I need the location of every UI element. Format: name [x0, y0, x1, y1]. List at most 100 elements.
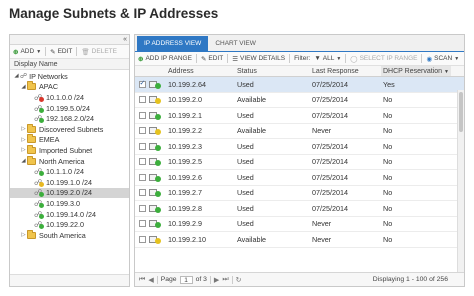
- scroll-thumb[interactable]: [459, 92, 463, 132]
- toolbar-divider: [76, 47, 78, 56]
- tree-item-imported-subnet[interactable]: ▷ Imported Subnet: [10, 144, 129, 156]
- tree-item-subnet[interactable]: ☍ 10.199.3.0: [10, 198, 129, 209]
- chevron-down-icon: ▼: [454, 55, 460, 62]
- tree-item-subnet-selected[interactable]: ☍ 10.199.2.0 /24: [10, 187, 129, 199]
- tree-item-emea[interactable]: ▷ EMEA: [10, 134, 129, 146]
- table-row[interactable]: 10.199.2.8 Used 07/25/2014 No: [135, 201, 464, 217]
- collapse-panel-icon[interactable]: «: [123, 35, 127, 45]
- cell-dhcp: Yes: [383, 79, 395, 89]
- column-header-last-response[interactable]: Last Response: [311, 66, 381, 76]
- tree-item-ip-networks[interactable]: ◢ ☍ IP Networks: [10, 71, 129, 82]
- expand-toggle-icon[interactable]: ▷: [20, 137, 27, 143]
- status-warning-icon: [39, 181, 44, 187]
- next-page-icon[interactable]: ▶: [214, 276, 219, 284]
- row-checkbox[interactable]: [138, 235, 146, 243]
- table-row[interactable]: 10.199.2.10 Available Never No: [135, 232, 464, 248]
- table-row[interactable]: 10.199.2.0 Available 07/25/2014 No: [135, 93, 464, 108]
- delete-button[interactable]: 🗑 DELETE: [81, 48, 117, 56]
- tree-item-subnet[interactable]: ☍ 10.199.1.0 /24: [10, 177, 129, 188]
- cell-dhcp: No: [383, 126, 393, 136]
- row-checkbox[interactable]: [138, 96, 146, 104]
- grid-scrollbar[interactable]: [457, 90, 464, 274]
- cell-status: Used: [237, 172, 254, 182]
- refresh-icon[interactable]: ↻: [236, 276, 242, 284]
- subnet-icon: ☍: [34, 198, 44, 208]
- row-checkbox[interactable]: [138, 189, 146, 197]
- view-details-button[interactable]: ☰ VIEW DETAILS: [232, 55, 285, 63]
- row-checkbox[interactable]: [138, 127, 146, 135]
- row-checkbox[interactable]: [138, 173, 146, 181]
- expand-toggle-icon[interactable]: ▷: [20, 232, 27, 238]
- expand-toggle-icon[interactable]: ▷: [20, 147, 27, 153]
- folder-icon: [27, 229, 36, 239]
- column-header-address[interactable]: Address: [167, 66, 236, 76]
- status-up-icon: [39, 213, 44, 219]
- last-page-icon[interactable]: ⏭: [222, 276, 228, 284]
- tree-item-label: 10.199.22.0: [46, 220, 84, 230]
- edit-button[interactable]: ✎ EDIT: [50, 48, 72, 56]
- row-checkbox[interactable]: [138, 111, 146, 119]
- tree-item-subnet[interactable]: ☍ 10.199.14.0 /24: [10, 209, 129, 220]
- prev-page-icon[interactable]: ◀: [148, 276, 153, 284]
- toolbar-divider: [227, 54, 229, 63]
- row-checkbox[interactable]: [138, 220, 146, 228]
- cell-status: Available: [237, 95, 267, 105]
- column-header-status[interactable]: Status: [236, 66, 311, 76]
- table-row[interactable]: 10.199.2.1 Used 07/25/2014 No: [135, 108, 464, 124]
- cell-address: 10.199.2.0: [168, 95, 202, 105]
- row-icon-cell: [149, 157, 167, 167]
- row-icon-cell: [149, 126, 167, 136]
- cell-last-response: 07/25/2014: [312, 110, 348, 120]
- tree-item-apac[interactable]: ◢ APAC: [10, 81, 129, 93]
- cell-status: Used: [237, 141, 254, 151]
- row-checkbox[interactable]: [138, 204, 146, 212]
- tree-item-north-america[interactable]: ◢ North America: [10, 155, 129, 167]
- row-icon-cell: [149, 111, 167, 120]
- expand-toggle-icon[interactable]: ▷: [20, 126, 27, 132]
- status-up-icon: [39, 118, 44, 124]
- first-page-icon[interactable]: ⏮: [139, 276, 145, 284]
- row-checkbox[interactable]: [138, 142, 146, 150]
- add-ip-range-button[interactable]: ⊕ ADD IP RANGE: [138, 55, 192, 63]
- ip-status-icon: [149, 235, 163, 244]
- edit-ip-button[interactable]: ✎ EDIT: [201, 55, 223, 63]
- table-row[interactable]: 10.199.2.5 Used 07/25/2014 No: [135, 155, 464, 170]
- cell-status: Used: [237, 110, 254, 120]
- tree-item-discovered-subnets[interactable]: ▷ Discovered Subnets: [10, 123, 129, 135]
- add-icon: ⊕: [13, 48, 19, 56]
- subnet-icon: ☍: [34, 209, 44, 219]
- scan-button[interactable]: ◉ SCAN ▼: [426, 55, 459, 63]
- row-checkbox[interactable]: [138, 79, 146, 88]
- tree-item-subnet[interactable]: ☍ 10.1.1.0 /24: [10, 166, 129, 177]
- tree-item-south-america[interactable]: ▷ South America: [10, 229, 129, 241]
- table-row[interactable]: 10.199.2.64 Used 07/25/2014 Yes: [135, 77, 464, 93]
- table-row[interactable]: 10.199.2.3 Used 07/25/2014 No: [135, 139, 464, 155]
- select-ip-range-button[interactable]: ◯ SELECT IP RANGE: [350, 55, 417, 63]
- expand-toggle-icon[interactable]: ◢: [13, 73, 20, 79]
- table-row[interactable]: 10.199.2.6 Used 07/25/2014 No: [135, 170, 464, 186]
- expand-toggle-icon[interactable]: ◢: [20, 84, 27, 90]
- pager-divider: [231, 275, 233, 284]
- tree-item-subnet[interactable]: ☍ 192.168.2.0/24: [10, 113, 129, 124]
- tree-item-subnet[interactable]: ☍ 10.199.22.0: [10, 219, 129, 230]
- page-number-input[interactable]: 1: [179, 275, 193, 284]
- table-row[interactable]: 10.199.2.2 Available Never No: [135, 124, 464, 139]
- cell-dhcp: No: [383, 95, 393, 105]
- column-header-dhcp-reservation[interactable]: DHCP Reservation ▼: [381, 66, 451, 76]
- row-icon-cell: [149, 204, 167, 213]
- add-button[interactable]: ⊕ ADD ▼: [13, 48, 41, 56]
- tree-item-subnet[interactable]: ☍ 10.1.0.0 /24: [10, 92, 129, 103]
- filter-dropdown[interactable]: ▼ ALL ▼: [314, 55, 341, 62]
- table-row[interactable]: 10.199.2.9 Used Never No: [135, 217, 464, 232]
- row-checkbox[interactable]: [138, 158, 146, 166]
- tab-chart-view[interactable]: CHART VIEW: [208, 36, 263, 51]
- add-ip-range-label: ADD IP RANGE: [145, 55, 192, 62]
- cell-dhcp: No: [383, 110, 393, 120]
- cell-last-response: 07/25/2014: [312, 157, 348, 167]
- tree-item-subnet[interactable]: ☍ 10.199.5.0/24: [10, 103, 129, 114]
- expand-toggle-icon[interactable]: ◢: [20, 158, 27, 164]
- sort-chevron-icon: ▼: [443, 69, 449, 75]
- table-row[interactable]: 10.199.2.7 Used 07/25/2014 No: [135, 186, 464, 201]
- cell-address: 10.199.2.6: [168, 172, 202, 182]
- tab-ip-address-view[interactable]: IP ADDRESS VIEW: [137, 36, 209, 51]
